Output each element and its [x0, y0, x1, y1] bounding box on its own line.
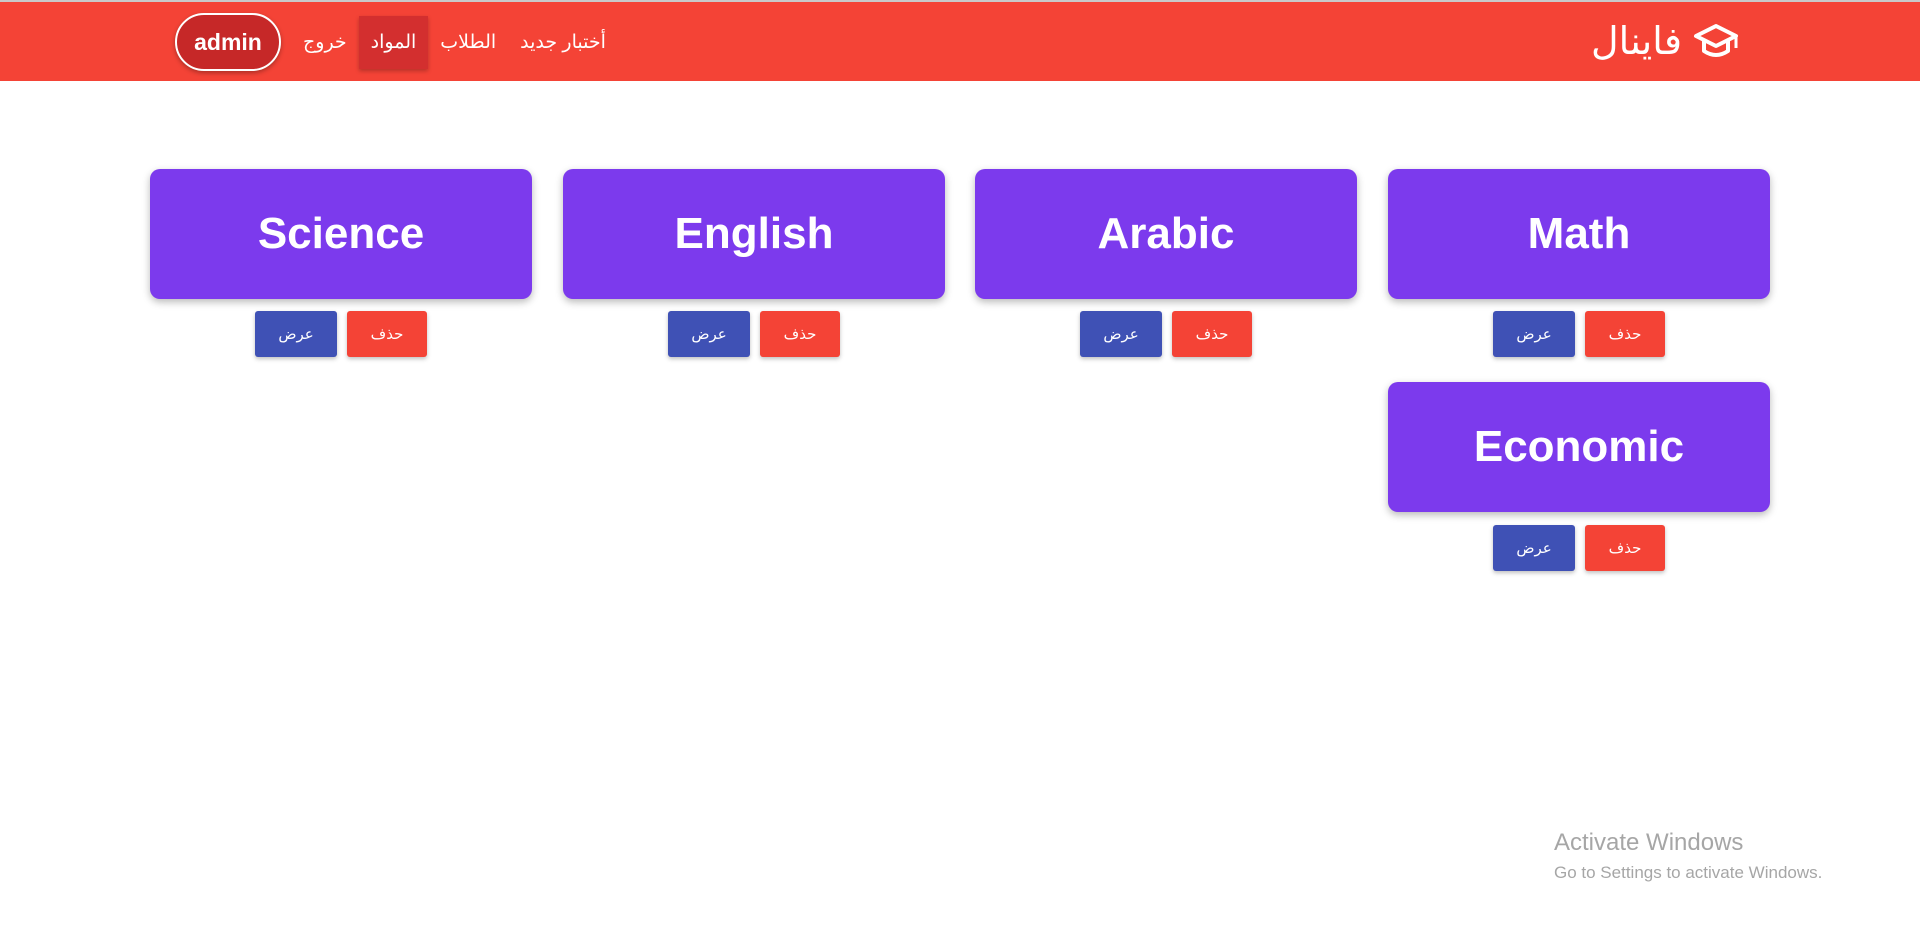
- subject-title: Arabic: [1097, 209, 1235, 258]
- delete-button[interactable]: حذف: [1585, 311, 1665, 357]
- delete-button[interactable]: حذف: [347, 311, 427, 357]
- view-button[interactable]: عرض: [668, 311, 750, 357]
- user-badge[interactable]: admin: [175, 13, 281, 71]
- subject-card[interactable]: Science: [150, 169, 532, 299]
- nav-links: admin خروج المواد الطلاب أختبار جديد: [175, 13, 618, 71]
- delete-button[interactable]: حذف: [760, 311, 840, 357]
- brand-link[interactable]: فاينال: [1591, 14, 1740, 70]
- nav-link-students[interactable]: الطلاب: [428, 16, 508, 69]
- nav-link-logout[interactable]: خروج: [291, 16, 359, 69]
- subject-title: Science: [257, 209, 425, 258]
- view-button[interactable]: عرض: [1080, 311, 1162, 357]
- navbar: فاينال admin خروج المواد الطلاب أختبار ج…: [0, 0, 1920, 81]
- watermark-subtitle: Go to Settings to activate Windows.: [1554, 863, 1823, 882]
- nav-link-subjects[interactable]: المواد: [358, 15, 429, 69]
- subject-actions: عرض حذف: [1388, 525, 1770, 571]
- subject-actions: عرض حذف: [975, 311, 1357, 357]
- subject-card[interactable]: Math: [1388, 169, 1770, 299]
- subject-actions: عرض حذف: [1388, 311, 1770, 357]
- brand-title: فاينال: [1591, 21, 1682, 63]
- subject-actions: عرض حذف: [563, 311, 945, 357]
- nav-link-new-exam[interactable]: أختبار جديد: [508, 16, 618, 69]
- subject-title: English: [674, 209, 834, 258]
- subject-card[interactable]: English: [563, 169, 945, 299]
- subject-card[interactable]: Arabic: [975, 169, 1357, 299]
- subject-card[interactable]: Economic: [1388, 382, 1770, 512]
- graduation-cap-icon: [1694, 24, 1738, 57]
- watermark-title: Activate Windows: [1554, 829, 1744, 856]
- subject-title: Math: [1527, 209, 1631, 258]
- subject-actions: عرض حذف: [150, 311, 532, 357]
- delete-button[interactable]: حذف: [1585, 525, 1665, 571]
- delete-button[interactable]: حذف: [1172, 311, 1252, 357]
- view-button[interactable]: عرض: [255, 311, 337, 357]
- view-button[interactable]: عرض: [1493, 525, 1575, 571]
- view-button[interactable]: عرض: [1493, 311, 1575, 357]
- windows-activation-watermark: Activate Windows Go to Settings to activ…: [1554, 828, 1822, 885]
- subject-title: Economic: [1473, 422, 1685, 471]
